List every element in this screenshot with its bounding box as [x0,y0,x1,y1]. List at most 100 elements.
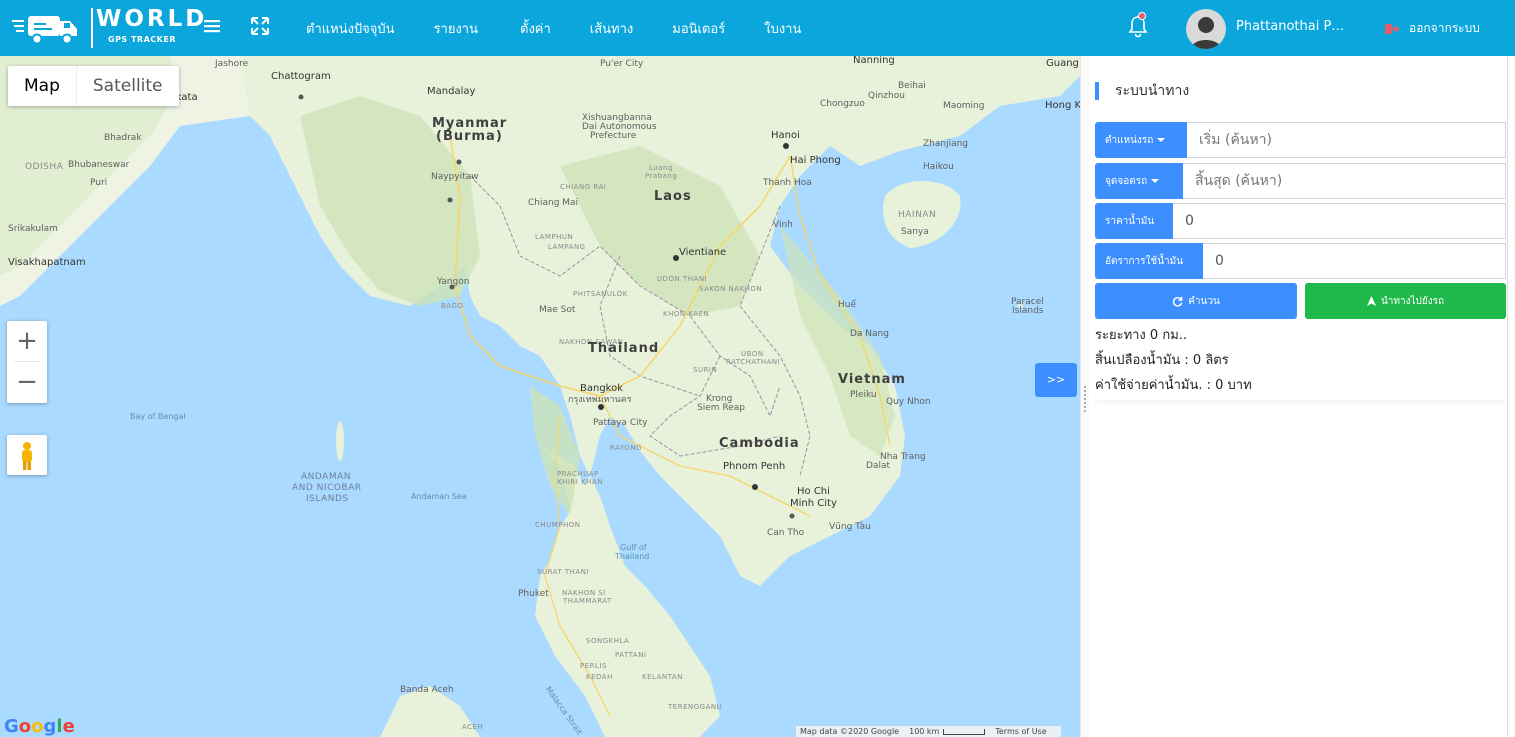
fuel-price-input[interactable] [1173,203,1506,239]
start-search-input[interactable] [1187,122,1506,158]
map-label-lampang: LAMPANG [548,243,586,251]
map-label-da-nang: Da Nang [850,329,889,339]
parking-point-label: จุดจอดรถ [1105,175,1148,187]
location-arrow-icon [1366,296,1376,306]
navigation-panel: ระบบนำทาง ตำแหน่งรถ จุดจอดรถ ราคาน้ำมัน … [1089,56,1507,737]
map-type-map-button[interactable]: Map [8,66,76,106]
map-label-udon-thani: UDON THANI [657,275,708,283]
logout-button[interactable]: ออกจากระบบ [1385,19,1480,38]
map-label-chattogram: Chattogram [271,71,331,82]
map-label-thammarat: THAMMARAT [563,597,612,605]
map-label-odisha: ODISHA [25,162,64,172]
nav-monitor[interactable]: มอนิเตอร์ [672,18,725,39]
resize-grip-icon [1084,386,1086,412]
nav-route[interactable]: เส้นทาง [590,18,633,39]
map-scale-label: 100 km [909,727,940,736]
zoom-out-button[interactable]: − [7,362,47,402]
map-label-mandalay: Mandalay [427,86,476,97]
panel-card-shadow [1095,398,1506,400]
map-label-qinzhou: Qinzhou [868,91,905,101]
map-label-khiri-khan: KHIRI KHAN [557,478,603,486]
map-label-and-nicobar: AND NICOBAR [292,483,362,493]
map-label-mae-sot: Mae Sot [539,305,576,315]
map-label-hcm-1: Ho Chi [797,486,830,497]
calculate-label: คำนวน [1188,295,1220,307]
panel-resize-handle[interactable] [1080,56,1089,737]
map-label-phitsanulok: PHITSANULOK [573,290,628,298]
brand-logo[interactable]: WORLD GPS TRACKER [10,4,204,52]
map-data-credit[interactable]: Map data ©2020 Google [800,727,899,736]
window-edge [1507,56,1515,737]
truck-logo-icon [12,16,77,45]
parking-point-dropdown[interactable]: จุดจอดรถ [1095,163,1183,199]
fuel-cost-result: ค่าใช้จ่ายค่าน้ำมัน. : 0 บาท [1095,378,1252,393]
map-label-bangkok: Bangkok [580,383,624,394]
map-label-pattaya: Pattaya City [593,418,648,428]
map-label-zhanjiang: Zhanjiang [923,139,969,149]
expand-arrows-icon[interactable] [248,14,272,38]
map-label-siem-reap-2: Siem Reap [697,403,745,413]
map-label-surat-thani: SURAT THANI [537,568,590,576]
vehicle-position-dropdown[interactable]: ตำแหน่งรถ [1095,122,1187,158]
sign-out-icon [1385,23,1399,34]
map-label-beihai: Beihai [898,81,926,91]
nav-report[interactable]: รายงาน [434,18,478,39]
map-label-haikou: Haikou [923,162,954,172]
map-label-pleiku: Pleiku [850,390,877,400]
brand-word: WORLD [96,6,208,32]
user-avatar[interactable] [1186,9,1226,49]
zoom-control: + − [7,321,47,403]
map-label-andaman: ANDAMAN [301,472,351,482]
map-label-phnom-penh: Phnom Penh [723,461,786,472]
toggle-panel-button[interactable]: >> [1035,363,1077,397]
navigate-to-vehicle-button[interactable]: นำทางไปยังรถ [1305,283,1506,319]
map-label-vinh: Vinh [773,220,793,230]
navigate-label: นำทางไปยังรถ [1380,295,1445,307]
map-label-nanning: Nanning [853,56,895,66]
map-label-hcm-2: Minh City [790,498,837,509]
map-label-lamphun: LAMPHUN [535,233,574,241]
map-label-luang-prabang-2: Prabang [645,172,678,180]
nav-current-position[interactable]: ตำแหน่งปัจจุบัน [306,18,395,39]
street-view-pegman[interactable] [7,435,47,475]
zoom-in-button[interactable]: + [7,321,47,361]
map-scale-bar [943,728,986,735]
map-label-gulf-2: Thailand [615,552,650,561]
brand-sub: GPS TRACKER [108,35,176,44]
fuel-price-group: ราคาน้ำมัน [1095,203,1506,239]
hamburger-icon[interactable] [200,14,224,38]
terms-of-use-link[interactable]: Terms of Use [995,727,1046,736]
map-label-ratchathani: RATCHATHANI [726,358,781,366]
map-canvas[interactable]: Chattogram lkata Jashore Bhadrak ODISHA … [0,56,1080,737]
google-logo[interactable]: Google [4,716,75,737]
top-navbar: WORLD GPS TRACKER ตำแหน่งปัจจุบัน รายงาน… [0,0,1515,56]
map-label-banda-aceh: Banda Aceh [400,685,454,695]
nav-settings[interactable]: ตั้งค่า [520,18,551,39]
map-label-yangon: Yangon [437,277,470,287]
start-location-group: ตำแหน่งรถ [1095,122,1506,158]
map-label-khon-kaen: KHON KAEN [663,310,710,318]
end-search-input[interactable] [1183,163,1506,199]
distance-result: ระยะทาง 0 กม.. [1095,328,1188,343]
map-type-satellite-button[interactable]: Satellite [75,66,179,106]
map-label-surin: SURIN [693,366,718,374]
map-label-andaman-sea: Andaman Sea [411,492,467,501]
pegman-icon [22,442,32,470]
map-label-quy-nhon: Quy Nhon [886,397,931,407]
map-label-myanmar: Myanmar [432,116,508,131]
map-attribution: Map data ©2020 Google 100 km Terms of Us… [796,726,1061,737]
map-label-chongzuo: Chongzuo [820,99,865,109]
map-label-islands: ISLANDS [306,494,349,504]
map-label-terengganu: TERENGGANU [668,703,723,711]
map-label-puer: Pu'er City [600,59,644,69]
map-label-jashore: Jashore [215,59,249,69]
map-label-pattani: PATTANI [615,651,647,659]
calculate-button[interactable]: คำนวน [1095,283,1297,319]
map-label-bangkok-th: กรุงเทพมหานคร [568,395,632,405]
map-label-srikakulam: Srikakulam [8,224,58,234]
map-label-chiang-rai: CHIANG RAI [560,183,607,191]
user-name[interactable]: Phattanothai Puk... [1236,19,1352,34]
map-type-control: Map Satellite [8,66,179,106]
fuel-rate-input[interactable] [1203,243,1506,279]
nav-worksheet[interactable]: ใบงาน [764,18,801,39]
